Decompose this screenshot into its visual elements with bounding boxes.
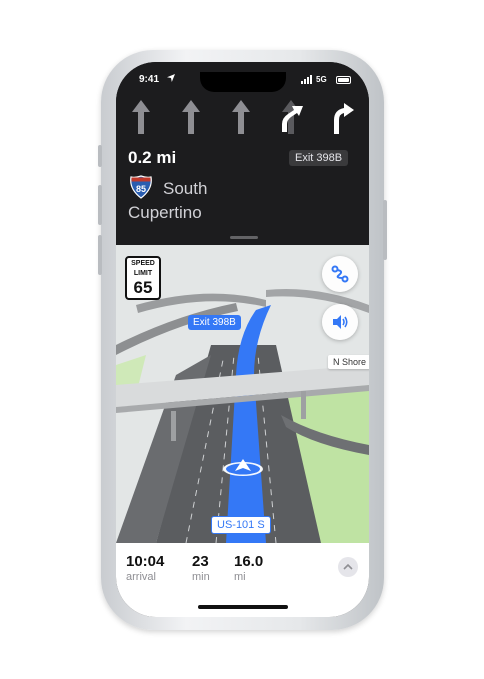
lane-arrow-icon xyxy=(232,100,250,134)
location-arrow-icon xyxy=(167,74,175,82)
street-callout: N Shore xyxy=(328,355,369,369)
expand-card-button[interactable] xyxy=(338,557,358,577)
lane-arrow-icon xyxy=(132,100,150,134)
speed-limit-label: SPEED xyxy=(131,260,155,267)
route-overview-icon xyxy=(331,265,349,283)
speed-limit-label: LIMIT xyxy=(133,270,153,277)
direction-text: South xyxy=(163,179,208,198)
minutes-stat: 23 min xyxy=(192,553,210,584)
miles-stat: 16.0 mi xyxy=(234,553,263,584)
arrival-value: 10:04 xyxy=(126,553,165,570)
minutes-value: 23 xyxy=(192,553,209,570)
navigation-map[interactable]: SPEED LIMIT 65 Exit 398B N Shore US-101 … xyxy=(116,245,369,543)
audio-button[interactable] xyxy=(322,304,358,340)
arrival-unit: arrival xyxy=(126,571,156,583)
status-time: 9:41 xyxy=(139,74,160,85)
signal-icon xyxy=(301,75,312,84)
speed-limit-sign: SPEED LIMIT 65 xyxy=(125,256,161,300)
guidance-panel[interactable]: 9:41 5G 0.2 mi Exit 398B 85 South Cupert… xyxy=(116,62,369,245)
trip-card[interactable]: 10:04 arrival 23 min 16.0 mi xyxy=(116,543,369,617)
network-type: 5G xyxy=(316,75,327,84)
status-bar: 9:41 5G xyxy=(116,72,369,92)
chevron-up-icon xyxy=(343,563,353,570)
exit-callout: Exit 398B xyxy=(188,315,241,330)
lane-arrow-icon xyxy=(334,103,354,134)
route-overview-button[interactable] xyxy=(322,256,358,292)
volume-down-button xyxy=(98,235,102,275)
mute-switch xyxy=(98,145,102,167)
maneuver-distance: 0.2 mi xyxy=(128,148,177,167)
lane-arrow-icon xyxy=(182,100,200,134)
exit-badge: Exit 398B xyxy=(289,150,349,166)
route-label: US-101 S xyxy=(211,516,271,534)
notch xyxy=(200,72,286,92)
home-indicator[interactable] xyxy=(198,605,288,609)
panel-grabber[interactable] xyxy=(230,236,258,239)
volume-up-button xyxy=(98,185,102,225)
battery-icon xyxy=(336,76,351,84)
phone-screen: 9:41 5G 0.2 mi Exit 398B 85 South Cupert… xyxy=(116,62,369,617)
miles-value: 16.0 xyxy=(234,553,264,570)
lane-guidance xyxy=(116,98,369,138)
miles-unit: mi xyxy=(234,571,246,583)
minutes-unit: min xyxy=(192,571,210,583)
power-button xyxy=(383,200,387,260)
speed-limit-value: 65 xyxy=(133,278,153,297)
lane-arrow-icon xyxy=(282,100,303,134)
road-instruction: South Cupertino xyxy=(128,177,328,225)
arrival-stat: 10:04 arrival xyxy=(126,553,164,584)
audio-icon xyxy=(333,315,348,329)
destination-text: Cupertino xyxy=(128,203,202,222)
